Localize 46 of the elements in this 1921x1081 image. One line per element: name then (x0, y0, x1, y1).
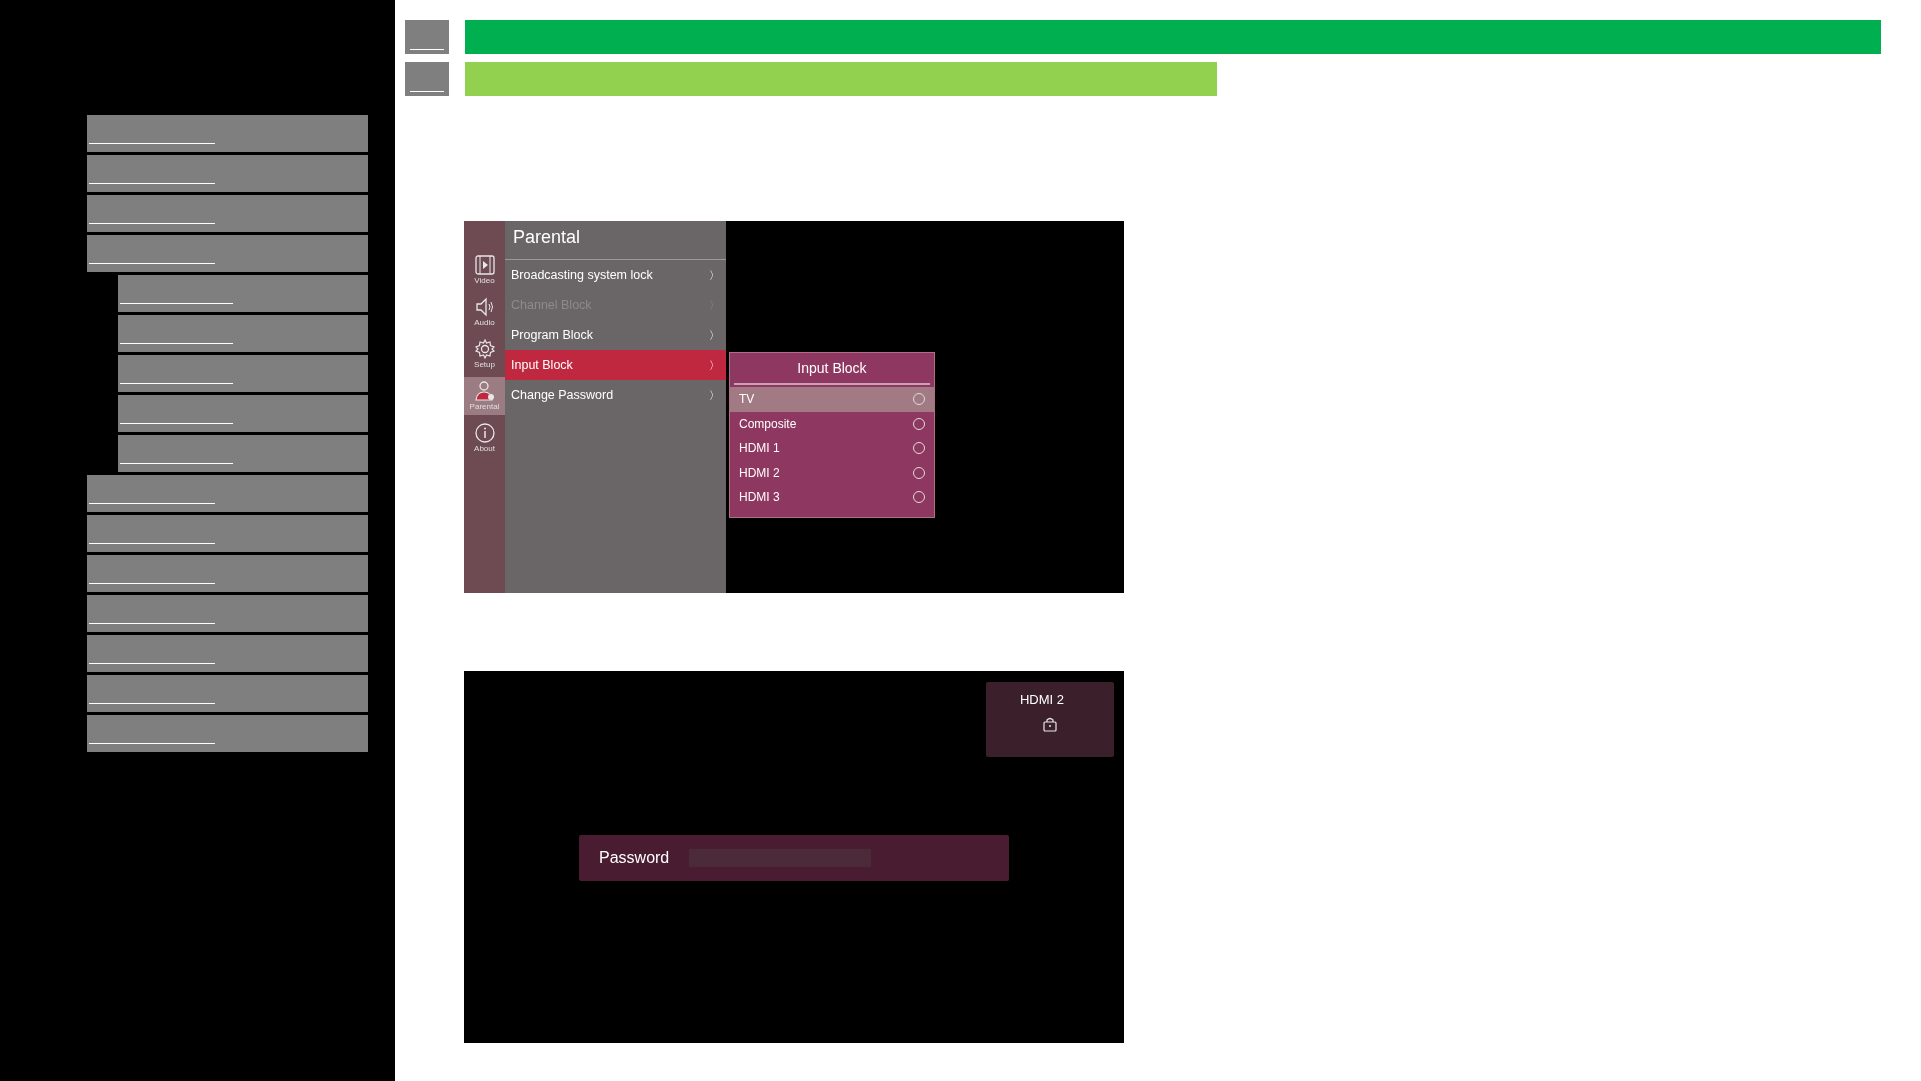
input-option[interactable]: Composite (730, 411, 934, 436)
nav-link-bar[interactable] (87, 715, 368, 752)
password-label: Password (599, 848, 670, 868)
nav-link-bar[interactable] (87, 115, 368, 152)
gear-icon (473, 338, 496, 360)
menu-item[interactable]: Program Block 〉 (505, 320, 726, 350)
rail-label: Audio (474, 318, 495, 328)
film-icon (473, 254, 496, 276)
rail-label: Setup (474, 360, 495, 370)
popup-title: Input Block (797, 358, 867, 378)
page-marker (405, 20, 449, 54)
input-option[interactable]: HDMI 1 (730, 436, 934, 461)
page-marker (405, 62, 449, 96)
menu-item[interactable]: Broadcasting system lock 〉 (505, 260, 726, 290)
nav-link-bar[interactable] (118, 275, 368, 312)
input-option[interactable]: HDMI 2 (730, 460, 934, 485)
nav-link-bar[interactable] (87, 595, 368, 632)
nav-link-bar[interactable] (87, 155, 368, 192)
nav-link-bar[interactable] (87, 555, 368, 592)
menu-title: Parental (505, 221, 726, 260)
rail-label: Parental (469, 402, 500, 412)
rail-label: About (474, 444, 495, 454)
nav-link-bar[interactable] (87, 515, 368, 552)
nav-link-bar[interactable] (118, 315, 368, 352)
source-name: HDMI 2 (1019, 691, 1065, 709)
menu-rail-item[interactable]: About (464, 419, 505, 457)
menu-item[interactable]: Change Password 〉 (505, 380, 726, 410)
nav-link-bar[interactable] (87, 675, 368, 712)
nav-link-bar[interactable] (87, 475, 368, 512)
speaker-icon (473, 296, 496, 318)
person-icon (473, 380, 496, 402)
info-icon (473, 422, 496, 444)
menu-rail-item[interactable]: Audio (464, 293, 505, 331)
input-option[interactable]: TV (730, 387, 934, 412)
menu-item[interactable]: Input Block 〉 (505, 350, 726, 380)
nav-link-bar[interactable] (118, 435, 368, 472)
input-option[interactable]: HDMI 3 (730, 485, 934, 510)
menu-rail-item[interactable]: Video (464, 251, 505, 289)
rail-label: Video (474, 276, 495, 286)
nav-link-bar[interactable] (87, 635, 368, 672)
nav-link-bar[interactable] (87, 195, 368, 232)
nav-link-bar[interactable] (118, 395, 368, 432)
menu-rail-item[interactable]: Setup (464, 335, 505, 373)
nav-link-bar[interactable] (118, 355, 368, 392)
lock-icon (1042, 715, 1058, 732)
nav-link-bar[interactable] (87, 235, 368, 272)
